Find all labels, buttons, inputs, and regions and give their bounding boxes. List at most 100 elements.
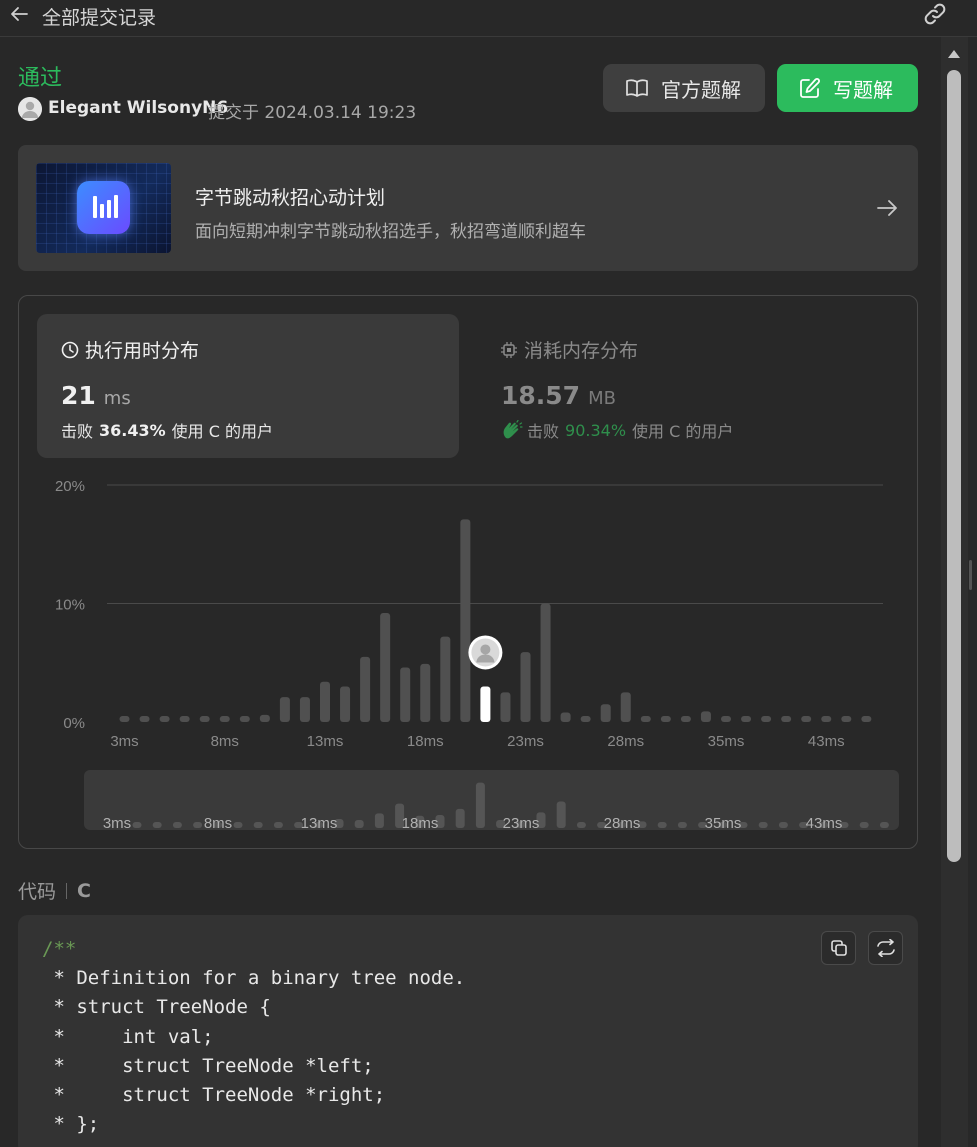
code-line: * Definition for a binary tree node. [42,967,466,990]
code-header-divider [66,882,68,899]
mini-bar [374,813,384,828]
scroll-up-arrow-icon[interactable] [948,50,960,58]
runtime-distribution-chart[interactable]: 20% 10% 0% 3ms 8ms 13ms 18ms 23ms 28ms 35ms 43ms 3m… [36,470,906,840]
memory-beats-pct: 90.34% [565,420,627,440]
distribution-bar [721,716,731,722]
mini-bar [172,822,182,828]
code-label: 代码 [18,881,57,903]
tab-runtime-label: 执行用时分布 [85,340,200,362]
tab-memory[interactable]: 消耗内存分布 [500,336,638,363]
distribution-bar [580,716,591,722]
distribution-bar [700,711,711,722]
mini-bar [758,822,768,828]
distribution-bar [219,716,230,722]
official-solution-button[interactable]: 官方题解 [603,64,765,112]
submission-time: 提交于 2024.03.14 19:23 [208,103,417,123]
distribution-bar [259,714,270,722]
mini-x-tick-label: 35ms [705,815,742,832]
arrow-left-icon[interactable] [8,3,30,25]
x-tick-label: 8ms [211,733,239,750]
mini-bar [475,782,485,828]
code-block[interactable]: /** * Definition for a binary tree node.… [18,915,918,1147]
user-avatar-icon [18,97,42,121]
distribution-bar [801,716,812,722]
distribution-bar [139,716,150,722]
distribution-bar [380,612,391,722]
mini-bar [657,822,667,828]
code-line: * struct TreeNode *right; [42,1084,386,1107]
your-submission-avatar-marker[interactable] [468,635,503,670]
distribution-bar [660,716,671,722]
swap-arrows-icon [876,939,895,957]
mini-bar [253,822,263,828]
copy-button[interactable] [821,931,856,965]
mini-x-tick-label: 8ms [204,815,232,832]
mini-x-tick-label: 43ms [806,815,843,832]
x-tick-label: 13ms [307,733,344,750]
distribution-bar [600,704,611,722]
y-tick-label: 20% [55,478,85,495]
distribution-bar [420,663,431,722]
promo-card[interactable]: 字节跳动秋招心动计划 面向短期冲刺字节跳动秋招选手，秋招弯道顺利超车 [18,145,918,271]
distribution-bar [841,716,852,722]
code-language: C [77,879,91,902]
panel-resize-handle[interactable] [969,560,972,590]
mini-bar [778,822,788,828]
copy-icon [830,940,847,956]
distribution-bar [179,716,190,722]
arrow-right-icon[interactable] [876,197,898,219]
mini-bar [193,822,203,828]
distribution-bar [520,652,531,722]
distribution-bar [620,692,631,722]
tab-memory-label: 消耗内存分布 [524,340,639,362]
runtime-beats-prefix: 击败 [61,422,94,441]
distribution-bar [239,716,250,722]
mini-bar [273,822,283,828]
memory-unit: MB [588,388,616,409]
runtime-value: 21 [61,381,96,410]
mini-bar [556,801,566,828]
distribution-bar [279,697,290,722]
distribution-bar [500,692,511,722]
mini-bar [455,808,465,828]
scrollbar-thumb[interactable] [947,70,961,862]
memory-metric: 18.57 MB [501,381,616,410]
x-tick-label: 28ms [607,733,644,750]
write-solution-button[interactable]: 写题解 [777,64,918,112]
code-content[interactable]: /** * Definition for a binary tree node.… [42,935,465,1139]
write-solution-label: 写题解 [833,77,893,102]
link-icon[interactable] [922,2,948,26]
distribution-bar [540,603,551,722]
official-solution-label: 官方题解 [661,77,741,102]
y-tick-label: 0% [63,715,85,732]
swap-button[interactable] [868,931,903,965]
mini-x-tick-label: 18ms [402,815,439,832]
code-line: * struct TreeNode { [42,996,271,1019]
distribution-bar [340,686,351,722]
mini-bar [879,822,889,828]
code-line: * struct TreeNode *left; [42,1054,374,1077]
distribution-bar [821,716,832,722]
distribution-bar [781,716,792,722]
avatar[interactable] [18,97,42,121]
runtime-beats-pct: 36.43% [99,420,166,440]
username[interactable]: Elegant WilsonyN6 [48,98,228,118]
memory-beats-prefix: 击败 [527,422,560,441]
distribution-bar [741,716,752,722]
code-line: * }; [42,1113,100,1136]
distribution-bar [861,716,872,722]
tab-runtime-title[interactable]: 执行用时分布 [61,336,199,363]
mini-bar [677,822,687,828]
edit-icon [800,78,820,98]
clock-icon [61,341,79,358]
promo-image [36,163,171,253]
distribution-bar [680,716,691,722]
mini-x-tick-label: 28ms [604,815,641,832]
mini-bar [576,822,586,828]
book-icon [626,79,648,97]
x-tick-label: 18ms [407,733,444,750]
distribution-bar [159,716,170,722]
runtime-beats-suffix: 使用 C 的用户 [171,422,274,441]
x-tick-label: 23ms [507,733,544,750]
x-tick-label: 3ms [110,733,138,750]
